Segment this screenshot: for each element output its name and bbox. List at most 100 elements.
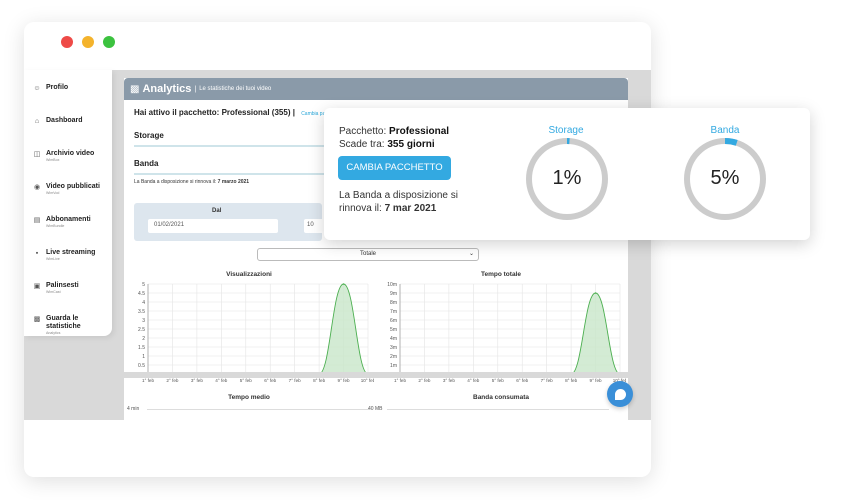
storage-gauge-value: 1% xyxy=(552,167,582,189)
tempo-medio-gridline xyxy=(147,409,369,410)
y-tick-label: 4.5 xyxy=(138,291,145,297)
x-tick-label: 6° feb xyxy=(516,378,528,383)
sidebar-item-sub: WimBundle xyxy=(46,224,65,228)
storage-bar xyxy=(134,145,324,147)
y-tick-label: 5 xyxy=(142,282,145,288)
home-icon: ⌂ xyxy=(34,118,40,125)
sidebar-item-video-pubblicati[interactable]: ◉ Video pubblicati WimVod xyxy=(24,183,112,216)
data-point xyxy=(342,283,345,285)
sidebar-item-sub: WimLive xyxy=(46,257,60,261)
maximize-dot[interactable] xyxy=(103,36,115,48)
sidebar-item-profilo[interactable]: ☺ Profilo xyxy=(24,84,112,117)
y-tick-label: 2m xyxy=(390,354,397,360)
sidebar-item-label: Palinsesti xyxy=(46,282,79,289)
sidebar-item-statistiche[interactable]: ▩ Guarda le statistiche Analytics xyxy=(24,315,112,355)
card-icon: ▤ xyxy=(33,217,41,224)
date-range-box: Dal 01/02/2021 10 xyxy=(134,203,324,241)
stage: ☺ Profilo ⌂ Dashboard ◫ Archivio video W… xyxy=(0,0,845,500)
sidebar-item-palinsesti[interactable]: ▣ Palinsesti WimCast xyxy=(24,282,112,315)
sidebar-item-label: Archivio video xyxy=(46,150,95,157)
x-tick-label: 3° feb xyxy=(443,378,455,383)
sidebar-item-label: Guarda le statistiche xyxy=(46,315,81,330)
metric-select-value: Totale xyxy=(359,251,376,257)
y-tick-label: 6m xyxy=(390,318,397,324)
y-tick-label: 1 xyxy=(142,354,145,360)
package-prefix: Pacchetto: xyxy=(339,126,387,137)
y-tick-label: 2.5 xyxy=(138,327,145,333)
y-tick-label: 0.5 xyxy=(138,363,145,369)
sidebar-item-sub: WimVod xyxy=(46,191,60,195)
x-tick-label: 9° feb xyxy=(338,378,350,383)
date-to-input[interactable]: 10 xyxy=(304,219,324,233)
screen-bottom-edge xyxy=(24,372,651,378)
sidebar-item-abbonamenti[interactable]: ▤ Abbonamenti WimBundle xyxy=(24,216,112,249)
x-tick-label: 2° feb xyxy=(166,378,178,383)
renew-note-prefix: La Banda a disposizione si rinnova il: xyxy=(134,179,217,185)
bar-chart-icon: ▩ xyxy=(130,83,140,95)
minimize-dot[interactable] xyxy=(82,36,94,48)
x-tick-label: 2° feb xyxy=(418,378,430,383)
chat-button[interactable] xyxy=(607,381,633,407)
sidebar-item-label: Abbonamenti xyxy=(46,216,91,223)
date-from-input[interactable]: 01/02/2021 xyxy=(148,219,278,233)
x-tick-label: 6° feb xyxy=(264,378,276,383)
y-tick-label: 4m xyxy=(390,336,397,342)
x-tick-label: 3° feb xyxy=(191,378,203,383)
x-tick-label: 1° feb xyxy=(394,378,406,383)
renew-date: 7 mar 2021 xyxy=(384,203,437,214)
package-name: Professional xyxy=(389,126,450,137)
x-tick-label: 5° feb xyxy=(240,378,252,383)
sidebar: ☺ Profilo ⌂ Dashboard ◫ Archivio video W… xyxy=(24,70,112,336)
banda-consumata-ytick: 40 MB xyxy=(368,406,383,412)
chart-title-visualizzazioni: Visualizzazioni xyxy=(226,271,272,278)
banda-consumata-gridline xyxy=(387,409,609,410)
y-tick-label: 5m xyxy=(390,327,397,333)
broadcast-icon: ◉ xyxy=(33,184,41,191)
sidebar-item-sub: WimCast xyxy=(46,290,61,294)
sidebar-item-label: Video pubblicati xyxy=(46,183,100,190)
chart-title-tempo-totale: Tempo totale xyxy=(481,271,521,278)
close-dot[interactable] xyxy=(61,36,73,48)
package-info: Pacchetto: Professional Scade tra: 355 g… xyxy=(339,125,449,151)
calendar-icon: ▣ xyxy=(33,283,41,290)
sidebar-item-sub: Analytics xyxy=(46,331,61,335)
sidebar-item-label: Profilo xyxy=(46,84,69,91)
storage-gauge-label: Storage xyxy=(548,125,584,136)
analytics-header: ▩ Analytics | Le statistiche dei tuoi vi… xyxy=(124,78,628,100)
sidebar-item-label: Dashboard xyxy=(46,117,83,124)
page-subtitle: Le statistiche dei tuoi video xyxy=(199,86,272,92)
x-tick-label: 1° feb xyxy=(142,378,154,383)
sidebar-item-archivio-video[interactable]: ◫ Archivio video WimBox xyxy=(24,150,112,183)
y-tick-label: 1.5 xyxy=(138,345,145,351)
y-tick-label: 2 xyxy=(142,336,145,342)
x-tick-label: 8° feb xyxy=(313,378,325,383)
user-icon: ☺ xyxy=(33,85,41,92)
x-tick-label: 4° feb xyxy=(215,378,227,383)
x-tick-label: 8° feb xyxy=(565,378,577,383)
change-plan-link[interactable]: Cambia pa xyxy=(301,111,325,117)
active-plan-text: Hai attivo il pacchetto: Professional (3… xyxy=(134,108,295,117)
chat-bubble-icon xyxy=(614,388,626,400)
banda-gauge-label: Banda xyxy=(710,125,740,136)
expiry-value: 355 giorni xyxy=(387,139,435,150)
chart-title-tempo-medio: Tempo medio xyxy=(228,394,270,401)
sidebar-item-dashboard[interactable]: ⌂ Dashboard xyxy=(24,117,112,150)
y-tick-label: 3 xyxy=(142,318,145,324)
x-tick-label: 9° feb xyxy=(590,378,602,383)
package-summary-card: Pacchetto: Professional Scade tra: 355 g… xyxy=(324,108,810,240)
camera-icon: ▪ xyxy=(35,250,39,257)
renew-line2-prefix: rinnova il: xyxy=(339,203,382,214)
y-tick-label: 9m xyxy=(390,291,397,297)
browser-window: ☺ Profilo ⌂ Dashboard ◫ Archivio video W… xyxy=(24,22,651,477)
renew-line1: La Banda a disposizione si xyxy=(339,190,458,201)
y-tick-label: 4 xyxy=(142,300,145,306)
series-area xyxy=(400,293,620,374)
change-package-button[interactable]: CAMBIA PACCHETTO xyxy=(338,156,451,180)
banda-gauge-value: 5% xyxy=(710,167,740,189)
renew-note-date: 7 marzo 2021 xyxy=(217,179,250,185)
sidebar-item-live-streaming[interactable]: ▪ Live streaming WimLive xyxy=(24,249,112,282)
tempo-medio-ytick: 4 min xyxy=(127,406,140,412)
renew-info: La Banda a disposizione si rinnova il: 7… xyxy=(339,189,458,215)
y-tick-label: 3m xyxy=(390,345,397,351)
metric-select[interactable]: Totale ⌄ xyxy=(257,248,479,261)
